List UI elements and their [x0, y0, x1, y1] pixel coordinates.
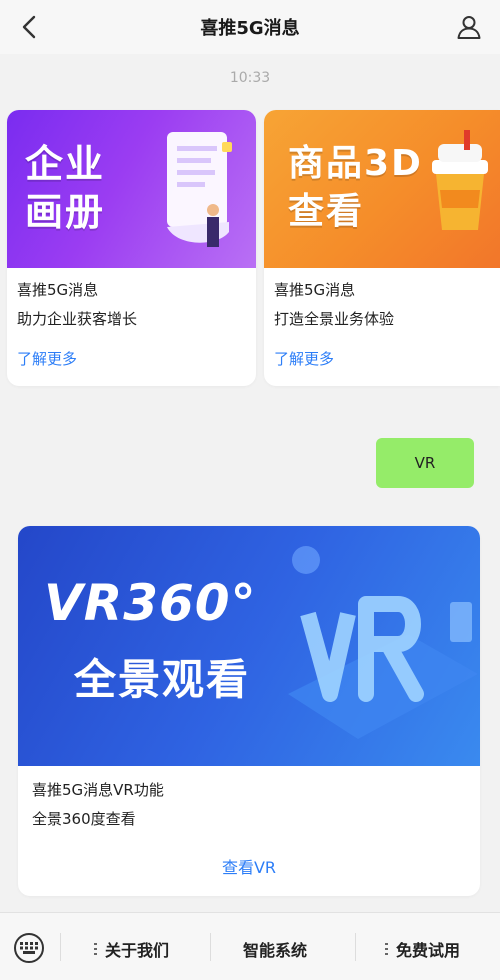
submenu-indicator-icon	[385, 943, 388, 955]
card-title: 喜推5G消息VR功能	[32, 781, 164, 799]
card-banner-brochure[interactable]: 企业画册	[7, 110, 256, 268]
menu-item-label: 免费试用	[396, 941, 461, 960]
learn-more-link[interactable]: 了解更多	[274, 348, 334, 369]
banner-headline: 企业画册	[25, 142, 106, 234]
sent-message-bubble: VR	[376, 438, 474, 488]
card-subtitle: 全景360度查看	[32, 810, 136, 828]
menu-divider	[355, 933, 356, 961]
document-illustration-icon	[167, 132, 232, 247]
keyboard-icon[interactable]	[14, 933, 44, 963]
page-title: 喜推5G消息	[200, 18, 300, 39]
menu-item-free-trial[interactable]: 免费试用	[385, 937, 460, 961]
menu-divider	[210, 933, 211, 961]
menu-item-label: 关于我们	[105, 941, 170, 960]
message-card-vr360[interactable]: VR360° 全景观看 喜推5G消息VR功能 全景360度查看 查看VR	[18, 526, 480, 896]
top-bar: 喜推5G消息	[0, 0, 500, 54]
message-card-brochure[interactable]: 企业画册 喜推5G消息 助力企业获客增长 了解更多	[7, 110, 256, 386]
user-profile-icon[interactable]	[454, 12, 484, 42]
card-subtitle: 打造全景业务体验	[274, 310, 395, 328]
card-title: 喜推5G消息	[274, 281, 356, 299]
menu-divider	[60, 933, 61, 961]
message-card-product-3d[interactable]: 商品3D查看 喜推5G消息 打造全景业务体验 了解更多	[264, 110, 500, 386]
drink-cup-icon	[432, 130, 488, 230]
card-subtitle: 助力企业获客增长	[17, 310, 138, 328]
card-title: 喜推5G消息	[17, 281, 99, 299]
bottom-menu-bar: 关于我们 智能系统 免费试用	[0, 912, 500, 980]
banner-headline: 商品3D查看	[288, 143, 423, 232]
menu-item-smart-system[interactable]: 智能系统	[243, 937, 307, 961]
back-chevron-icon[interactable]	[14, 12, 44, 42]
menu-item-about-us[interactable]: 关于我们	[94, 937, 169, 961]
learn-more-link[interactable]: 了解更多	[17, 348, 77, 369]
vr-3d-illustration-icon	[288, 546, 478, 739]
submenu-indicator-icon	[94, 943, 97, 955]
card-banner-product-3d[interactable]: 商品3D查看	[264, 110, 500, 268]
message-timestamp: 10:33	[229, 70, 271, 86]
menu-item-label: 智能系统	[243, 941, 308, 960]
banner-subheadline: 全景观看	[74, 655, 251, 704]
card-banner-vr360[interactable]: VR360° 全景观看	[18, 526, 480, 766]
banner-headline: VR360°	[44, 574, 257, 632]
view-vr-link[interactable]: 查看VR	[222, 854, 276, 878]
